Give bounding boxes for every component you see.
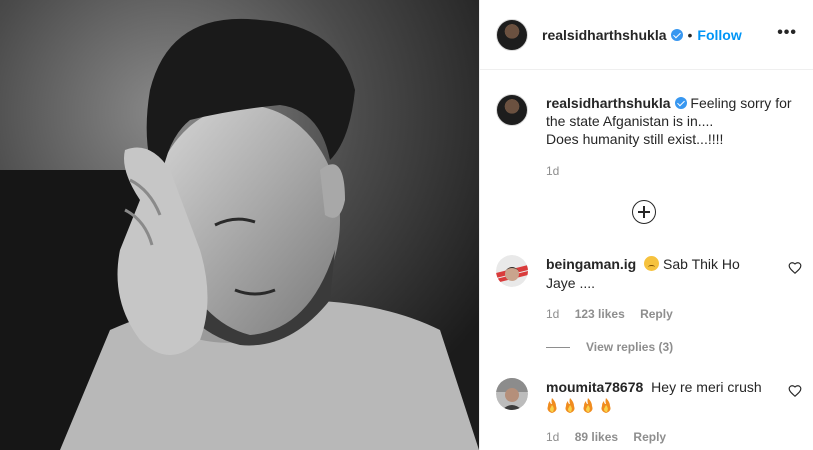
fire-emoji-icon xyxy=(583,398,593,413)
verified-badge-icon xyxy=(670,28,683,41)
fire-emoji-icon xyxy=(547,398,557,413)
reply-button[interactable]: Reply xyxy=(633,430,666,444)
commenter-avatar[interactable] xyxy=(496,378,528,410)
separator-dot: • xyxy=(687,26,693,43)
comment-timestamp[interactable]: 1d xyxy=(546,430,559,444)
caption-author-avatar[interactable] xyxy=(496,94,528,126)
caption-author-username[interactable]: realsidharthshukla xyxy=(546,95,671,111)
more-options-icon[interactable]: ••• xyxy=(777,25,797,41)
view-replies-label[interactable]: View replies (3) xyxy=(586,340,673,354)
author-username[interactable]: realsidharthshukla xyxy=(542,27,667,43)
post-header: realsidharthshukla • Follow ••• xyxy=(480,0,813,70)
verified-badge-icon xyxy=(674,97,687,109)
replies-divider xyxy=(546,346,570,348)
comment-item: moumita78678 Hey re meri crush 1d 89 lik… xyxy=(496,378,802,447)
fire-emojis xyxy=(546,398,614,414)
comment-username[interactable]: moumita78678 xyxy=(546,379,643,395)
caption-timestamp[interactable]: 1d xyxy=(546,162,796,180)
comments-panel: realsidharthshukla • Follow ••• realsidh… xyxy=(479,0,813,450)
comment-timestamp[interactable]: 1d xyxy=(546,307,559,321)
reply-button[interactable]: Reply xyxy=(640,307,673,321)
fire-emoji-icon xyxy=(565,398,575,413)
comment-likes[interactable]: 89 likes xyxy=(575,430,618,444)
follow-button[interactable]: Follow xyxy=(697,27,741,43)
comment-item: beingaman.ig Sab Thik Ho Jaye .... 1d 12… xyxy=(496,255,802,324)
post-caption: realsidharthshukla Feeling sorry for the… xyxy=(496,94,796,180)
heart-icon[interactable] xyxy=(788,261,802,275)
author-avatar[interactable] xyxy=(496,18,528,51)
post-photo[interactable] xyxy=(0,0,479,450)
portrait-image xyxy=(0,0,479,450)
comment-username[interactable]: beingaman.ig xyxy=(546,256,636,272)
view-replies-button[interactable]: View replies (3) xyxy=(546,340,673,354)
load-more-comments-icon[interactable] xyxy=(632,200,656,224)
fire-emoji-icon xyxy=(601,398,611,413)
comment-likes[interactable]: 123 likes xyxy=(575,307,625,321)
sad-face-emoji xyxy=(644,256,660,271)
comment-text: Hey re meri crush xyxy=(651,379,762,395)
commenter-avatar[interactable] xyxy=(496,255,528,287)
heart-icon[interactable] xyxy=(788,384,802,398)
